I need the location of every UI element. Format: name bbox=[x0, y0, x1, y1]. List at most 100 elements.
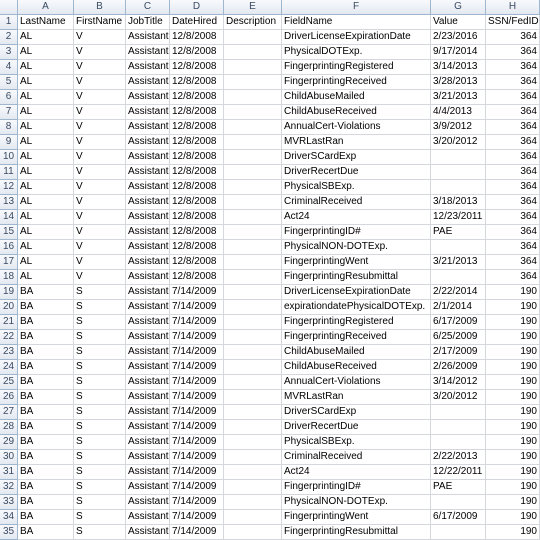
cell[interactable] bbox=[224, 330, 282, 345]
cell[interactable] bbox=[224, 345, 282, 360]
cell[interactable]: 3/21/2013 bbox=[431, 255, 486, 270]
cell[interactable] bbox=[224, 240, 282, 255]
cell[interactable]: Assistant bbox=[126, 285, 170, 300]
cell[interactable] bbox=[431, 150, 486, 165]
cell[interactable]: BA bbox=[18, 450, 74, 465]
cell[interactable]: Assistant bbox=[126, 480, 170, 495]
cell[interactable]: S bbox=[74, 405, 126, 420]
row-header[interactable]: 23 bbox=[0, 345, 18, 360]
cell[interactable]: V bbox=[74, 60, 126, 75]
cell[interactable]: 364 bbox=[486, 60, 540, 75]
cell[interactable]: BA bbox=[18, 420, 74, 435]
cell[interactable] bbox=[224, 300, 282, 315]
cell[interactable]: BA bbox=[18, 285, 74, 300]
cell[interactable]: ChildAbuseReceived bbox=[282, 105, 431, 120]
cell[interactable]: V bbox=[74, 210, 126, 225]
cell[interactable]: 12/8/2008 bbox=[170, 90, 224, 105]
select-all-corner[interactable] bbox=[0, 0, 18, 15]
cell[interactable]: 2/23/2016 bbox=[431, 30, 486, 45]
cell[interactable]: Assistant bbox=[126, 180, 170, 195]
cell[interactable]: 2/26/2009 bbox=[431, 360, 486, 375]
cell[interactable]: 364 bbox=[486, 90, 540, 105]
cell[interactable]: Assistant bbox=[126, 315, 170, 330]
cell[interactable]: AL bbox=[18, 195, 74, 210]
cell[interactable]: Assistant bbox=[126, 435, 170, 450]
cell[interactable]: BA bbox=[18, 495, 74, 510]
cell[interactable]: 364 bbox=[486, 120, 540, 135]
cell[interactable]: MVRLastRan bbox=[282, 135, 431, 150]
cell[interactable]: S bbox=[74, 300, 126, 315]
cell[interactable]: AL bbox=[18, 270, 74, 285]
cell[interactable]: Act24 bbox=[282, 210, 431, 225]
row-header[interactable]: 16 bbox=[0, 240, 18, 255]
cell[interactable]: Assistant bbox=[126, 465, 170, 480]
cell[interactable]: FingerprintingWent bbox=[282, 510, 431, 525]
cell[interactable]: 7/14/2009 bbox=[170, 360, 224, 375]
cell[interactable]: 12/8/2008 bbox=[170, 195, 224, 210]
cell[interactable] bbox=[224, 465, 282, 480]
cell[interactable]: Description bbox=[224, 15, 282, 30]
cell[interactable]: Assistant bbox=[126, 45, 170, 60]
cell[interactable] bbox=[224, 165, 282, 180]
cell[interactable]: Assistant bbox=[126, 330, 170, 345]
cell[interactable]: 3/28/2013 bbox=[431, 75, 486, 90]
cell[interactable]: 12/23/2011 bbox=[431, 210, 486, 225]
cell[interactable]: 190 bbox=[486, 420, 540, 435]
cell[interactable] bbox=[224, 75, 282, 90]
cell[interactable]: AL bbox=[18, 165, 74, 180]
cell[interactable]: Assistant bbox=[126, 510, 170, 525]
cell[interactable] bbox=[224, 45, 282, 60]
cell[interactable]: FirstName bbox=[74, 15, 126, 30]
cell[interactable]: Assistant bbox=[126, 360, 170, 375]
cell[interactable]: FingerprintingResubmittal bbox=[282, 525, 431, 540]
cell[interactable]: BA bbox=[18, 345, 74, 360]
cell[interactable]: Assistant bbox=[126, 75, 170, 90]
cell[interactable]: 190 bbox=[486, 315, 540, 330]
cell[interactable] bbox=[224, 480, 282, 495]
cell[interactable]: Assistant bbox=[126, 255, 170, 270]
cell[interactable]: Assistant bbox=[126, 165, 170, 180]
cell[interactable]: Assistant bbox=[126, 195, 170, 210]
cell[interactable]: 7/14/2009 bbox=[170, 375, 224, 390]
cell[interactable]: 190 bbox=[486, 405, 540, 420]
row-header[interactable]: 15 bbox=[0, 225, 18, 240]
cell[interactable]: 12/8/2008 bbox=[170, 270, 224, 285]
cell[interactable]: Assistant bbox=[126, 105, 170, 120]
cell[interactable] bbox=[224, 315, 282, 330]
cell[interactable]: AL bbox=[18, 30, 74, 45]
cell[interactable]: PhysicalDOTExp. bbox=[282, 45, 431, 60]
cell[interactable]: 7/14/2009 bbox=[170, 390, 224, 405]
cell[interactable]: 3/20/2012 bbox=[431, 135, 486, 150]
cell[interactable]: 364 bbox=[486, 210, 540, 225]
cell[interactable]: Assistant bbox=[126, 225, 170, 240]
cell[interactable]: expirationdatePhysicalDOTExp. bbox=[282, 300, 431, 315]
column-header-h[interactable]: H bbox=[486, 0, 540, 15]
cell[interactable] bbox=[431, 435, 486, 450]
cell[interactable] bbox=[224, 210, 282, 225]
cell[interactable]: V bbox=[74, 135, 126, 150]
cell[interactable]: 7/14/2009 bbox=[170, 510, 224, 525]
cell[interactable]: S bbox=[74, 495, 126, 510]
cell[interactable]: DriverLicenseExpirationDate bbox=[282, 30, 431, 45]
cell[interactable]: 190 bbox=[486, 480, 540, 495]
cell[interactable]: 364 bbox=[486, 240, 540, 255]
cell[interactable] bbox=[224, 510, 282, 525]
cell[interactable]: PhysicalNON-DOTExp. bbox=[282, 495, 431, 510]
cell[interactable]: 7/14/2009 bbox=[170, 480, 224, 495]
cell[interactable]: PhysicalSBExp. bbox=[282, 435, 431, 450]
cell[interactable]: 12/8/2008 bbox=[170, 150, 224, 165]
cell[interactable]: 7/14/2009 bbox=[170, 465, 224, 480]
cell[interactable]: S bbox=[74, 360, 126, 375]
column-header-b[interactable]: B bbox=[74, 0, 126, 15]
cell[interactable] bbox=[224, 525, 282, 540]
cell[interactable]: CriminalReceived bbox=[282, 195, 431, 210]
cell[interactable]: 12/8/2008 bbox=[170, 240, 224, 255]
cell[interactable]: 190 bbox=[486, 525, 540, 540]
row-header[interactable]: 7 bbox=[0, 105, 18, 120]
cell[interactable]: S bbox=[74, 435, 126, 450]
cell[interactable]: 3/20/2012 bbox=[431, 390, 486, 405]
cell[interactable]: FingerprintingReceived bbox=[282, 330, 431, 345]
cell[interactable]: FingerprintingID# bbox=[282, 480, 431, 495]
cell[interactable]: BA bbox=[18, 510, 74, 525]
row-header[interactable]: 9 bbox=[0, 135, 18, 150]
